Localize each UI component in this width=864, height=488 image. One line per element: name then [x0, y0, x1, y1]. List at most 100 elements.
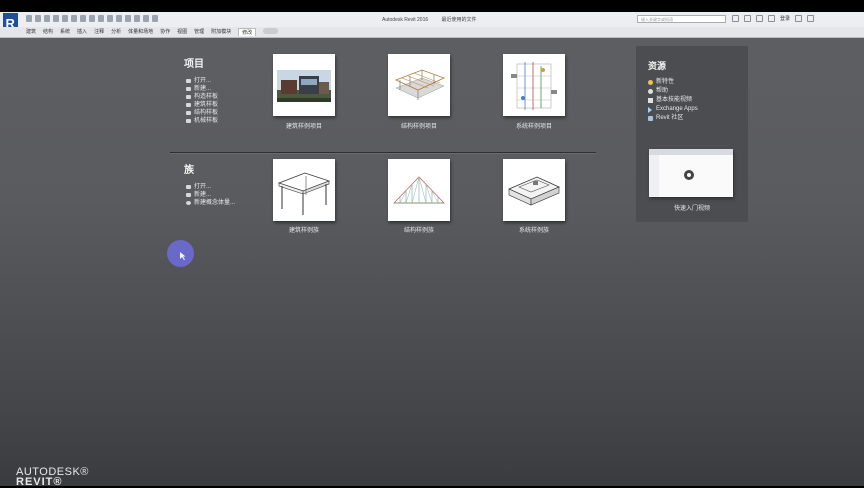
community-icon [648, 116, 653, 121]
resources-title: 资源 [648, 61, 667, 71]
new-file-icon [186, 87, 191, 91]
switch-windows-icon[interactable] [152, 15, 158, 22]
ribbon-toggle-button[interactable] [263, 28, 279, 34]
tab-annotate[interactable]: 注释 [94, 28, 104, 36]
thin-lines-icon[interactable] [134, 15, 140, 22]
ribbon-tab-bar: 建筑 结构 系统 插入 注释 分析 体量和场地 协作 视图 管理 附加模块 修改 [0, 27, 864, 38]
getting-started-video-caption[interactable]: 快速入门视频 [636, 203, 748, 212]
projects-title: 项目 [184, 59, 204, 70]
tab-collaborate[interactable]: 协作 [160, 28, 170, 36]
star-icon[interactable] [756, 15, 763, 22]
projects-links: 打开... 新建... 构造样板 建筑样板 结构样板 机械样板 [186, 77, 218, 125]
tab-massing-site[interactable]: 体量和场地 [128, 28, 153, 36]
section-icon[interactable] [125, 15, 131, 22]
infocenter: 登录 [732, 15, 815, 22]
architectural-sample-project-caption[interactable]: 建筑样例项目 [249, 121, 359, 130]
structure-thumbnail [394, 69, 446, 100]
essential-skills-videos-link[interactable]: 基本技能视频 [648, 96, 698, 105]
tab-structure[interactable]: 结构 [43, 28, 53, 36]
tab-manage[interactable]: 管理 [194, 28, 204, 36]
print-icon[interactable] [71, 15, 77, 22]
structural-sample-project-card[interactable] [388, 54, 450, 116]
truss-family-thumbnail [393, 176, 445, 204]
tab-architecture[interactable]: 建筑 [26, 28, 36, 36]
architectural-template-link[interactable]: 建筑样板 [186, 101, 218, 109]
autodesk-revit-brand: AUTODESK® REVIT® [16, 466, 89, 488]
search-input[interactable]: 键入关键字或短语 [637, 15, 726, 23]
families-title: 族 [184, 165, 194, 176]
ribbon-tabs: 建筑 结构 系统 插入 注释 分析 体量和场地 协作 视图 管理 附加模块 修改 [26, 28, 279, 36]
mechanical-template-link[interactable]: 机械样板 [186, 117, 218, 125]
systems-sample-project-caption[interactable]: 系统样例项目 [479, 121, 589, 130]
systems-sample-family-caption[interactable]: 系统样例族 [479, 225, 589, 234]
help-icon [648, 89, 653, 94]
equipment-family-thumbnail [508, 176, 560, 206]
save-icon[interactable] [35, 15, 41, 22]
section-divider [170, 152, 596, 153]
play-video-icon [649, 149, 733, 197]
help-icon[interactable] [807, 15, 815, 22]
window-title: Autodesk Revit 2016 最近使用的文件 [382, 16, 489, 23]
tab-systems[interactable]: 系统 [60, 28, 70, 36]
redo-icon[interactable] [62, 15, 68, 22]
pointer-arrow-icon [180, 252, 186, 260]
app-title: Autodesk Revit 2016 [382, 17, 429, 23]
revit-community-link[interactable]: Revit 社区 [648, 114, 698, 123]
new-file-icon [186, 193, 191, 197]
dimension-icon[interactable] [89, 15, 95, 22]
user-icon[interactable] [768, 15, 775, 22]
resources-panel: 资源 新特性 帮助 基本技能视频 Exchange Apps Revit 社区 … [636, 46, 748, 222]
table-family-thumbnail [277, 172, 331, 215]
lightbulb-icon [648, 80, 653, 85]
structural-template-link[interactable]: 结构样板 [186, 109, 218, 117]
3d-view-icon[interactable] [116, 15, 122, 22]
project-new-link[interactable]: 新建... [186, 85, 218, 93]
close-hidden-icon[interactable] [143, 15, 149, 22]
exchange-icon[interactable] [795, 15, 803, 22]
tab-insert[interactable]: 插入 [77, 28, 87, 36]
structural-sample-project-caption[interactable]: 结构样例项目 [364, 121, 474, 130]
template-icon [186, 95, 191, 99]
measure-icon[interactable] [80, 15, 86, 22]
help-link[interactable]: 帮助 [648, 87, 698, 96]
template-icon [186, 119, 191, 123]
tab-analyze[interactable]: 分析 [111, 28, 121, 36]
sync-icon[interactable] [44, 15, 50, 22]
new-conceptual-mass-link[interactable]: 新建概念体量... [186, 199, 235, 207]
family-new-link[interactable]: 新建... [186, 191, 235, 199]
tab-modify[interactable]: 修改 [238, 28, 257, 36]
families-links: 打开... 新建... 新建概念体量... [186, 183, 235, 207]
architectural-sample-family-card[interactable] [273, 159, 335, 221]
mass-icon [186, 201, 191, 205]
systems-sample-project-card[interactable] [503, 54, 565, 116]
architectural-sample-family-caption[interactable]: 建筑样例族 [249, 225, 359, 234]
communication-icon[interactable] [744, 15, 751, 22]
open-folder-icon [186, 185, 191, 189]
whats-new-link[interactable]: 新特性 [648, 78, 698, 87]
undo-icon[interactable] [53, 15, 59, 22]
sign-in-label[interactable]: 登录 [780, 15, 790, 22]
architectural-sample-project-card[interactable] [273, 54, 335, 116]
mouse-cursor-highlight [167, 240, 194, 267]
tab-view[interactable]: 视图 [177, 28, 187, 36]
template-icon [186, 111, 191, 115]
tab-add-ins[interactable]: 附加模块 [211, 28, 231, 36]
video-icon [648, 98, 653, 103]
quick-access-toolbar [26, 15, 158, 22]
open-icon[interactable] [26, 15, 32, 22]
exchange-apps-icon [648, 106, 652, 113]
structural-sample-family-caption[interactable]: 结构样例族 [364, 225, 474, 234]
project-open-link[interactable]: 打开... [186, 77, 218, 85]
systems-sample-family-card[interactable] [503, 159, 565, 221]
family-open-link[interactable]: 打开... [186, 183, 235, 191]
template-icon [186, 103, 191, 107]
structural-sample-family-card[interactable] [388, 159, 450, 221]
getting-started-video-thumbnail[interactable] [649, 149, 733, 197]
construction-template-link[interactable]: 构造样板 [186, 93, 218, 101]
exchange-apps-link[interactable]: Exchange Apps [648, 105, 698, 114]
tag-icon[interactable] [98, 15, 104, 22]
resources-links: 新特性 帮助 基本技能视频 Exchange Apps Revit 社区 [648, 78, 698, 123]
text-icon[interactable] [107, 15, 113, 22]
mep-systems-thumbnail [511, 62, 557, 110]
binoculars-icon[interactable] [732, 15, 739, 22]
